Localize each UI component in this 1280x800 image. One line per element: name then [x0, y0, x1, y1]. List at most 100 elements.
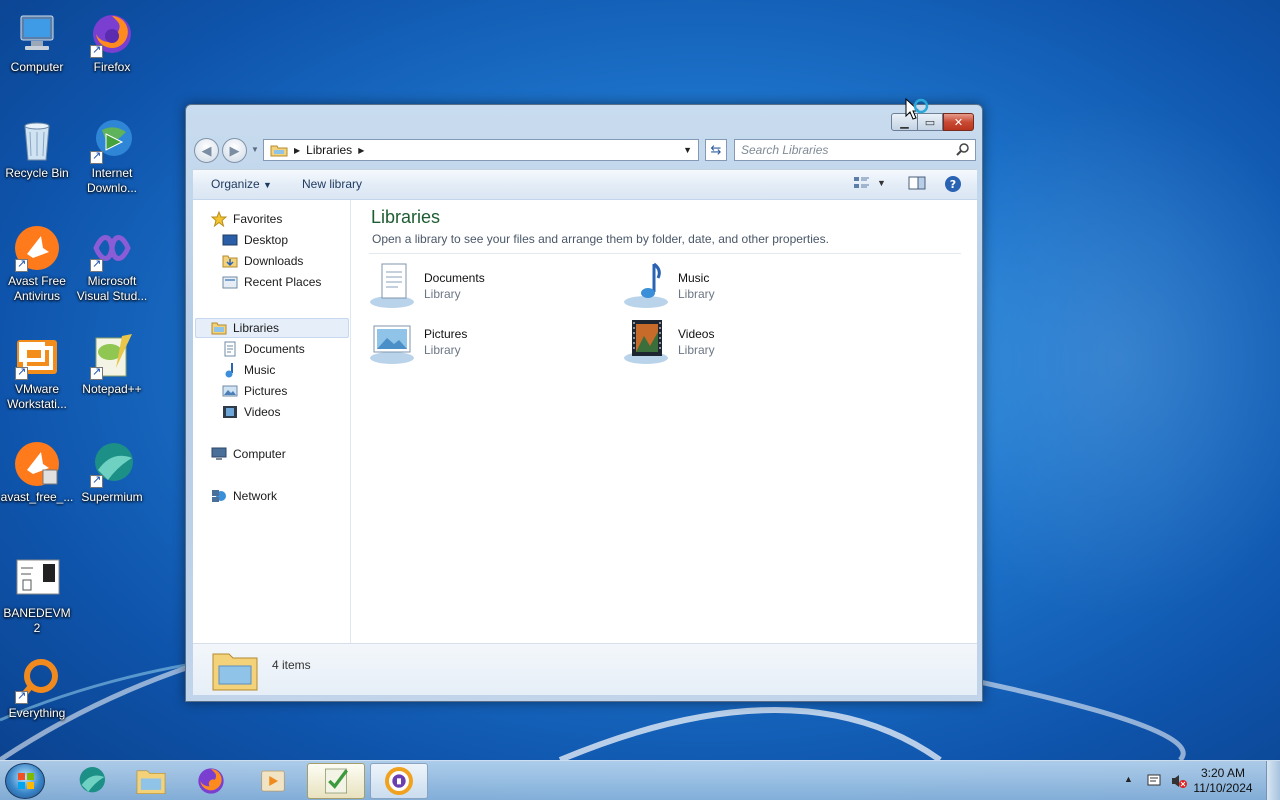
desktop-icon-supermium[interactable]: Supermium	[75, 440, 149, 505]
taskbar-vpn-app[interactable]	[370, 763, 428, 799]
recent-places-icon	[222, 274, 238, 290]
new-library-button[interactable]: New library	[302, 177, 362, 191]
tray-overflow-icon[interactable]: ▲	[1124, 774, 1133, 784]
view-dropdown-icon[interactable]: ▼	[877, 178, 886, 188]
taskbar-explorer[interactable]	[122, 763, 180, 799]
library-name: Documents	[424, 271, 485, 285]
library-documents[interactable]: Documents Library	[370, 262, 610, 312]
downloads-folder-icon	[222, 253, 238, 269]
desktop-icon-label: Firefox	[93, 60, 131, 74]
search-box[interactable]	[734, 139, 976, 161]
forward-button[interactable]: ▶	[222, 138, 247, 163]
desktop-icon-visual-studio[interactable]: Microsoft Visual Stud...	[75, 224, 149, 304]
taskbar-supermium[interactable]	[62, 763, 120, 799]
desktop-icon-banedevm[interactable]: BANEDEVM 2	[0, 556, 74, 636]
breadcrumb-arrow-icon[interactable]: ▶	[294, 146, 300, 155]
desktop-icon-recycle-bin[interactable]: Recycle Bin	[0, 116, 74, 181]
help-icon: ?	[945, 176, 961, 192]
help-button[interactable]: ?	[944, 175, 962, 196]
nav-documents-label: Documents	[244, 342, 305, 356]
nav-downloads[interactable]: Downloads	[222, 251, 303, 271]
computer-icon	[13, 10, 61, 58]
view-options-icon	[854, 177, 869, 188]
breadcrumb-libraries[interactable]: Libraries	[306, 143, 352, 157]
close-button[interactable]: ✕	[943, 113, 974, 131]
shortcut-arrow-icon	[15, 365, 28, 380]
search-input[interactable]	[741, 143, 951, 157]
library-pictures[interactable]: Pictures Library	[370, 318, 610, 368]
visual-studio-icon	[88, 224, 136, 272]
pictures-icon	[222, 383, 238, 399]
nav-network-label: Network	[233, 489, 278, 503]
refresh-button[interactable]: ⇆	[705, 139, 727, 161]
nav-recent-places[interactable]: Recent Places	[222, 272, 321, 292]
start-button[interactable]	[5, 763, 45, 799]
libraries-large-icon	[212, 653, 258, 691]
organize-label: Organize	[211, 177, 260, 191]
volume-muted-icon[interactable]	[1170, 773, 1188, 789]
firefox-icon	[88, 10, 136, 58]
nav-libraries[interactable]: Libraries	[211, 318, 279, 338]
document-icon	[13, 556, 61, 604]
desktop-icon-avast[interactable]: Avast Free Antivirus	[0, 224, 74, 304]
nav-desktop[interactable]: Desktop	[222, 230, 288, 250]
action-center-icon[interactable]	[1146, 773, 1164, 789]
shortcut-arrow-icon	[90, 43, 103, 58]
shortcut-arrow-icon	[90, 149, 103, 164]
address-bar[interactable]: ▶ Libraries ▶ ▼	[263, 139, 699, 161]
nav-music[interactable]: Music	[222, 360, 275, 380]
show-desktop-button[interactable]	[1266, 761, 1280, 800]
nav-computer[interactable]: Computer	[211, 444, 286, 464]
notepad-plus-plus-icon	[88, 332, 136, 380]
preview-pane-button[interactable]	[908, 175, 926, 194]
desktop-icon-vmware[interactable]: VMware Workstati...	[0, 332, 74, 412]
desktop-icon-label: Everything	[8, 706, 66, 720]
navigation-pane[interactable]: Favorites Desktop Downloads Recent Place…	[193, 200, 351, 643]
command-bar: Organize ▼ New library ▼ ?	[193, 169, 977, 199]
media-player-icon	[261, 770, 285, 792]
divider	[369, 253, 961, 254]
avast-icon	[13, 224, 61, 272]
taskbar-firefox[interactable]	[182, 763, 240, 799]
desktop-icon-label: BANEDEVM 2	[3, 606, 71, 635]
desktop-icon-avast-setup[interactable]: avast_free_...	[0, 440, 74, 505]
pictures-library-icon	[370, 325, 414, 364]
nav-favorites[interactable]: Favorites	[211, 209, 282, 229]
libraries-view: Libraries Open a library to see your fil…	[352, 200, 977, 643]
computer-icon	[211, 446, 227, 462]
desktop-icon-label: Avast Free Antivirus	[8, 274, 66, 303]
library-videos[interactable]: Videos Library	[624, 318, 864, 368]
music-icon	[222, 362, 238, 378]
nav-pictures[interactable]: Pictures	[222, 381, 287, 401]
nav-videos[interactable]: Videos	[222, 402, 280, 422]
refresh-icon: ⇆	[710, 142, 722, 157]
search-icon[interactable]	[956, 142, 970, 156]
taskbar-media-player[interactable]	[244, 763, 302, 799]
system-clock[interactable]: 3:20 AM 11/10/2024	[1188, 766, 1258, 796]
breadcrumb-arrow-icon[interactable]: ▶	[358, 146, 364, 155]
taskbar-notepad-pp-active[interactable]	[307, 763, 365, 799]
desktop-icon-everything[interactable]: Everything	[0, 656, 74, 721]
supermium-icon	[79, 767, 105, 793]
library-music[interactable]: Music Library	[624, 262, 864, 312]
address-row: ◀ ▶ ▼ ▶ Libraries ▶ ▼ ⇆	[193, 137, 976, 163]
back-arrow-icon: ◀	[201, 142, 212, 158]
desktop-icon-computer[interactable]: Computer	[0, 10, 74, 75]
window-controls: ▁ ▭ ✕	[891, 113, 974, 131]
vmware-icon	[13, 332, 61, 380]
clock-date: 11/10/2024	[1193, 781, 1253, 795]
change-view-button[interactable]	[853, 175, 873, 194]
desktop-icon-notepadpp[interactable]: Notepad++	[75, 332, 149, 397]
desktop-icon-firefox[interactable]: Firefox	[75, 10, 149, 75]
recycle-bin-icon	[13, 116, 61, 164]
desktop-icon-idm[interactable]: Internet Downlo...	[75, 116, 149, 196]
nav-network[interactable]: Network	[211, 486, 277, 506]
recent-pages-dropdown[interactable]: ▼	[251, 145, 259, 154]
explorer-window[interactable]: ▁ ▭ ✕ ◀ ▶ ▼ ▶ Libraries ▶ ▼ ⇆ Organize ▼…	[185, 104, 983, 702]
organize-button[interactable]: Organize ▼	[211, 177, 272, 191]
address-dropdown-icon[interactable]: ▼	[683, 145, 692, 155]
nav-documents[interactable]: Documents	[222, 339, 305, 359]
libraries-icon	[211, 320, 227, 336]
back-button[interactable]: ◀	[194, 138, 219, 163]
clock-time: 3:20 AM	[1200, 766, 1246, 780]
